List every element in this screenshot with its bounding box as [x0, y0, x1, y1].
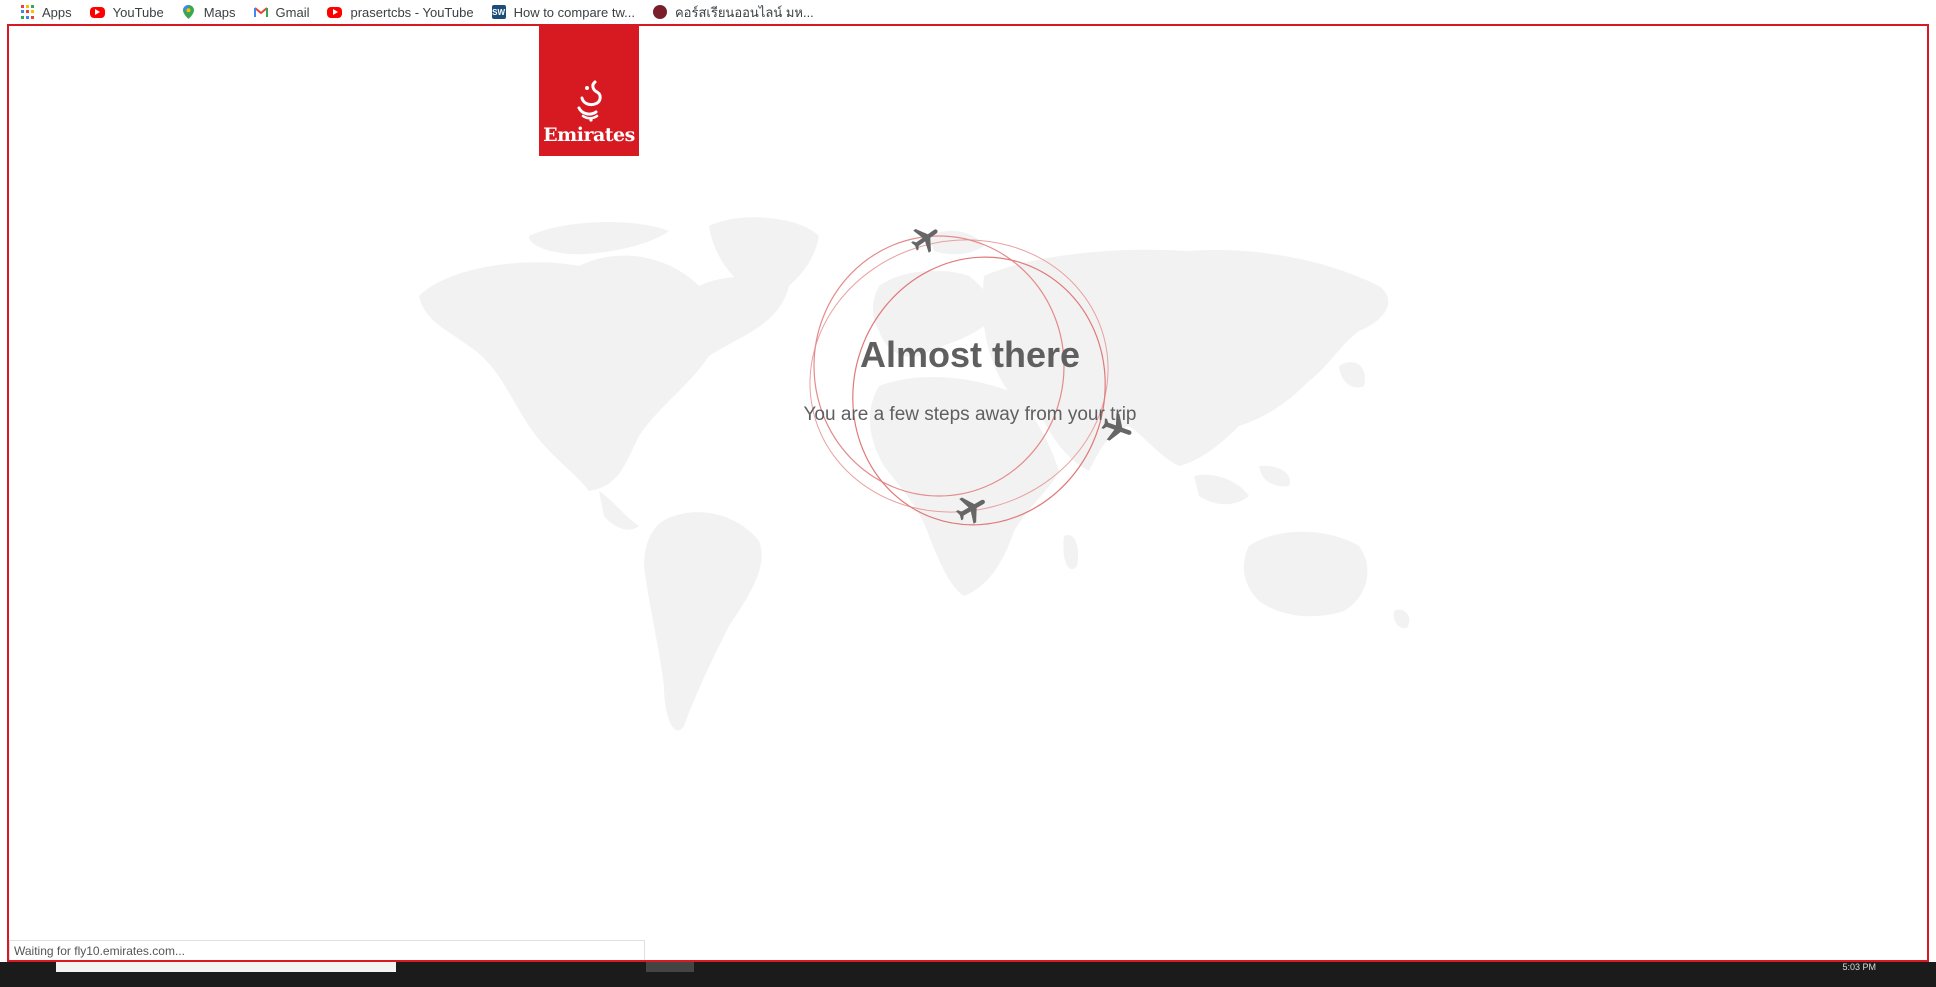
bookmark-label: Gmail [275, 4, 310, 20]
bookmark-label: YouTube [112, 4, 164, 20]
airplane-icon [911, 229, 938, 253]
taskbar-clock: 5:03 PM [1842, 962, 1876, 972]
bookmark-label: Apps [42, 4, 72, 20]
bookmark-maps[interactable]: Maps [182, 0, 236, 24]
bookmark-label: prasertcbs - YouTube [350, 4, 474, 20]
youtube-icon [89, 6, 105, 18]
youtube-icon [327, 6, 343, 18]
bookmark-compare[interactable]: SW How to compare tw... [491, 0, 635, 24]
gmail-icon [253, 5, 268, 19]
bookmark-label: คอร์สเรียนออนไลน์ มห... [674, 4, 814, 20]
emirates-calligraphy-icon [577, 80, 602, 122]
bookmark-prasertcbs[interactable]: prasertcbs - YouTube [327, 0, 474, 24]
status-bubble: Waiting for fly10.emirates.com... [9, 940, 645, 960]
course-icon [652, 5, 667, 19]
bookmarks-bar: Apps YouTube Maps Gmail prasertcbs - You… [0, 0, 1936, 24]
bookmark-label: How to compare tw... [513, 4, 635, 20]
emirates-logo[interactable]: Emirates [539, 26, 639, 156]
taskbar-app-button[interactable] [646, 962, 694, 972]
taskbar: 5:03 PM [0, 962, 1936, 987]
sw-icon: SW [491, 5, 506, 19]
bookmark-youtube[interactable]: YouTube [89, 0, 164, 24]
brand-wordmark: Emirates [543, 124, 635, 146]
bookmark-gmail[interactable]: Gmail [253, 0, 310, 24]
bookmark-course[interactable]: คอร์สเรียนออนไลน์ มห... [652, 0, 814, 24]
loading-headline: Almost there [859, 334, 1081, 375]
bookmark-apps[interactable]: Apps [20, 0, 72, 24]
page-viewport: Emirates Almost there You are a few step… [7, 24, 1929, 962]
bookmark-label: Maps [203, 4, 236, 20]
maps-pin-icon [182, 5, 196, 19]
apps-grid-icon [20, 5, 34, 19]
loading-orbit-animation [809, 235, 1109, 526]
airplane-icon [956, 497, 985, 524]
loading-subtitle: You are a few steps away from your trip [803, 404, 1137, 425]
taskbar-search-box[interactable] [56, 962, 396, 972]
